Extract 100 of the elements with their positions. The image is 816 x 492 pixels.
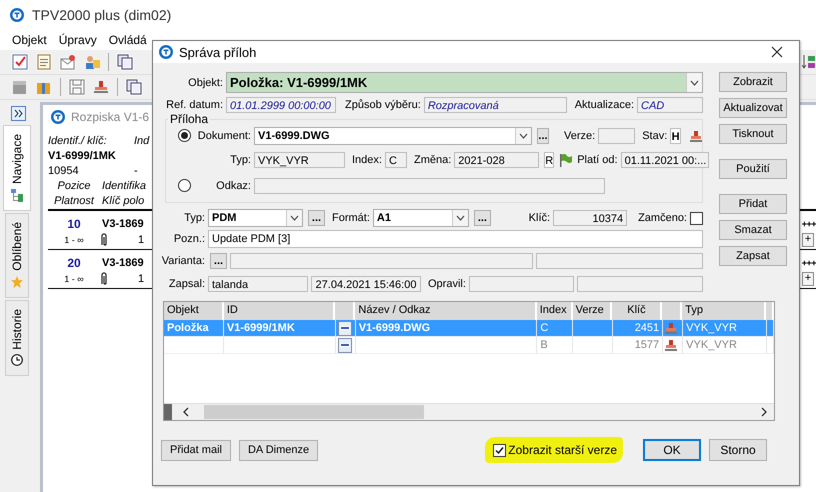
column-header[interactable]: Klíč: [612, 302, 662, 320]
dropdown[interactable]: Položka: V1-6999/1MK: [226, 72, 703, 93]
table-cell: V1-6999.DWG: [356, 320, 538, 337]
index-text: -: [134, 164, 138, 176]
save-icon[interactable]: [69, 79, 85, 95]
copy-icon[interactable]: [117, 54, 133, 70]
side-tab[interactable]: Historie: [5, 300, 29, 376]
field-label: Objekt:: [187, 76, 223, 88]
field-label: Formát:: [332, 212, 370, 224]
state-badge: H: [670, 128, 681, 144]
button[interactable]: Zobrazit: [719, 72, 787, 92]
text-field[interactable]: 27.04.2021 15:46:00: [311, 276, 421, 292]
copy-icon[interactable]: [126, 79, 142, 95]
notepad-icon[interactable]: [36, 54, 52, 70]
column-header[interactable]: Verze: [572, 302, 612, 320]
text-field[interactable]: Rozpracovaná: [424, 97, 567, 113]
text-field[interactable]: [536, 252, 703, 268]
text-field[interactable]: 01.11.2021 00:...: [620, 152, 709, 168]
text-field[interactable]: [230, 252, 533, 268]
browse-button[interactable]: ...: [474, 210, 491, 226]
identifier-text: V1-6999/1MK: [48, 150, 116, 162]
button[interactable]: DA Dimenze: [238, 440, 318, 460]
add-button[interactable]: +: [802, 232, 814, 246]
text-field[interactable]: VYK_VYR: [254, 152, 345, 168]
table-cell: [164, 337, 224, 354]
table-cell-text: 20: [66, 256, 82, 270]
text-field[interactable]: talanda: [208, 276, 308, 292]
text-field[interactable]: 2021-028: [454, 152, 540, 168]
button[interactable]: Tisknout: [719, 124, 787, 144]
scrollbar[interactable]: [164, 403, 774, 420]
sort-icon[interactable]: [802, 54, 816, 70]
table-cell: [573, 337, 614, 354]
caret-icon: [690, 80, 699, 86]
checkbox-label: Zobrazit starší verze: [508, 443, 617, 457]
button[interactable]: Přidat: [719, 194, 787, 214]
button[interactable]: Zapsat: [719, 246, 787, 266]
dropdown[interactable]: A1: [372, 209, 469, 227]
column-header: Pozice: [56, 180, 92, 192]
scrollbar-thumb[interactable]: [204, 405, 424, 419]
box-icon[interactable]: [12, 79, 28, 95]
expand-icon[interactable]: [11, 106, 26, 121]
close-icon[interactable]: [771, 46, 783, 58]
text-field[interactable]: [598, 128, 636, 144]
column-header[interactable]: ID: [224, 302, 336, 320]
table-row[interactable]: B 1577 VYK_VYR: [164, 337, 774, 354]
radio-button[interactable]: [178, 179, 191, 192]
column-header: Platnost: [53, 194, 96, 206]
flag-icon: [559, 152, 574, 166]
stamp-icon: [690, 130, 702, 142]
checkbox[interactable]: [493, 444, 506, 456]
logo-icon: [159, 45, 173, 59]
field-label: Opravil:: [428, 278, 466, 290]
text-field[interactable]: [254, 178, 605, 194]
column-header[interactable]: Index: [536, 302, 573, 320]
column-header[interactable]: Typ: [682, 302, 766, 320]
button[interactable]: Storno: [709, 439, 767, 461]
button[interactable]: OK: [643, 439, 701, 461]
text-field[interactable]: 10374: [553, 210, 628, 226]
button[interactable]: Smazat: [719, 220, 787, 240]
paperclip-icon[interactable]: [100, 233, 108, 246]
table-cell: 1: [138, 234, 144, 246]
side-tab[interactable]: Oblíbené: [5, 213, 29, 298]
checkbox[interactable]: [690, 212, 703, 224]
menu-item[interactable]: Objekt: [6, 33, 53, 47]
table-cell: VYK_VYR: [683, 337, 767, 354]
paperclip-icon[interactable]: [100, 272, 108, 285]
field-label: Zapsal:: [168, 278, 205, 290]
column-header[interactable]: Objekt: [164, 302, 224, 320]
button[interactable]: Aktualizovat: [719, 98, 787, 118]
field-label: Platí od:: [577, 154, 618, 166]
stamp-icon: [665, 322, 678, 334]
menu-item[interactable]: Ovládá: [102, 33, 153, 47]
text-field[interactable]: Update PDM [3]: [208, 230, 703, 248]
text-field[interactable]: [576, 276, 703, 292]
table-cell: [573, 320, 614, 337]
envelope-icon[interactable]: [60, 54, 76, 70]
button[interactable]: Použití: [719, 159, 787, 179]
text-field[interactable]: [468, 276, 574, 292]
browse-button[interactable]: ...: [210, 252, 227, 268]
side-tab[interactable]: Navigace: [3, 125, 31, 212]
dropdown[interactable]: PDM: [208, 209, 303, 227]
radio-button[interactable]: [178, 129, 191, 142]
dropdown[interactable]: V1-6999.DWG: [254, 126, 532, 144]
browse-button[interactable]: ...: [537, 128, 550, 144]
add-button[interactable]: +: [802, 272, 814, 286]
column-header[interactable]: Název / Odkaz: [355, 302, 537, 320]
table-cell: VYK_VYR: [683, 320, 767, 337]
logo-icon: [51, 110, 65, 124]
caret-icon: [519, 132, 528, 138]
stamp-icon[interactable]: [93, 79, 109, 95]
field-label: Aktualizace:: [574, 99, 634, 111]
checklist-icon[interactable]: [12, 54, 28, 70]
text-field[interactable]: CAD: [637, 97, 703, 113]
browse-button[interactable]: ...: [308, 210, 325, 226]
button[interactable]: Přidat mail: [161, 440, 231, 460]
caret-icon: [290, 215, 299, 221]
menu-item[interactable]: Úpravy: [52, 33, 103, 47]
text-field[interactable]: C: [384, 152, 407, 168]
text-field[interactable]: 01.01.2999 00:00:00: [226, 97, 336, 113]
user-icon[interactable]: [84, 54, 100, 70]
